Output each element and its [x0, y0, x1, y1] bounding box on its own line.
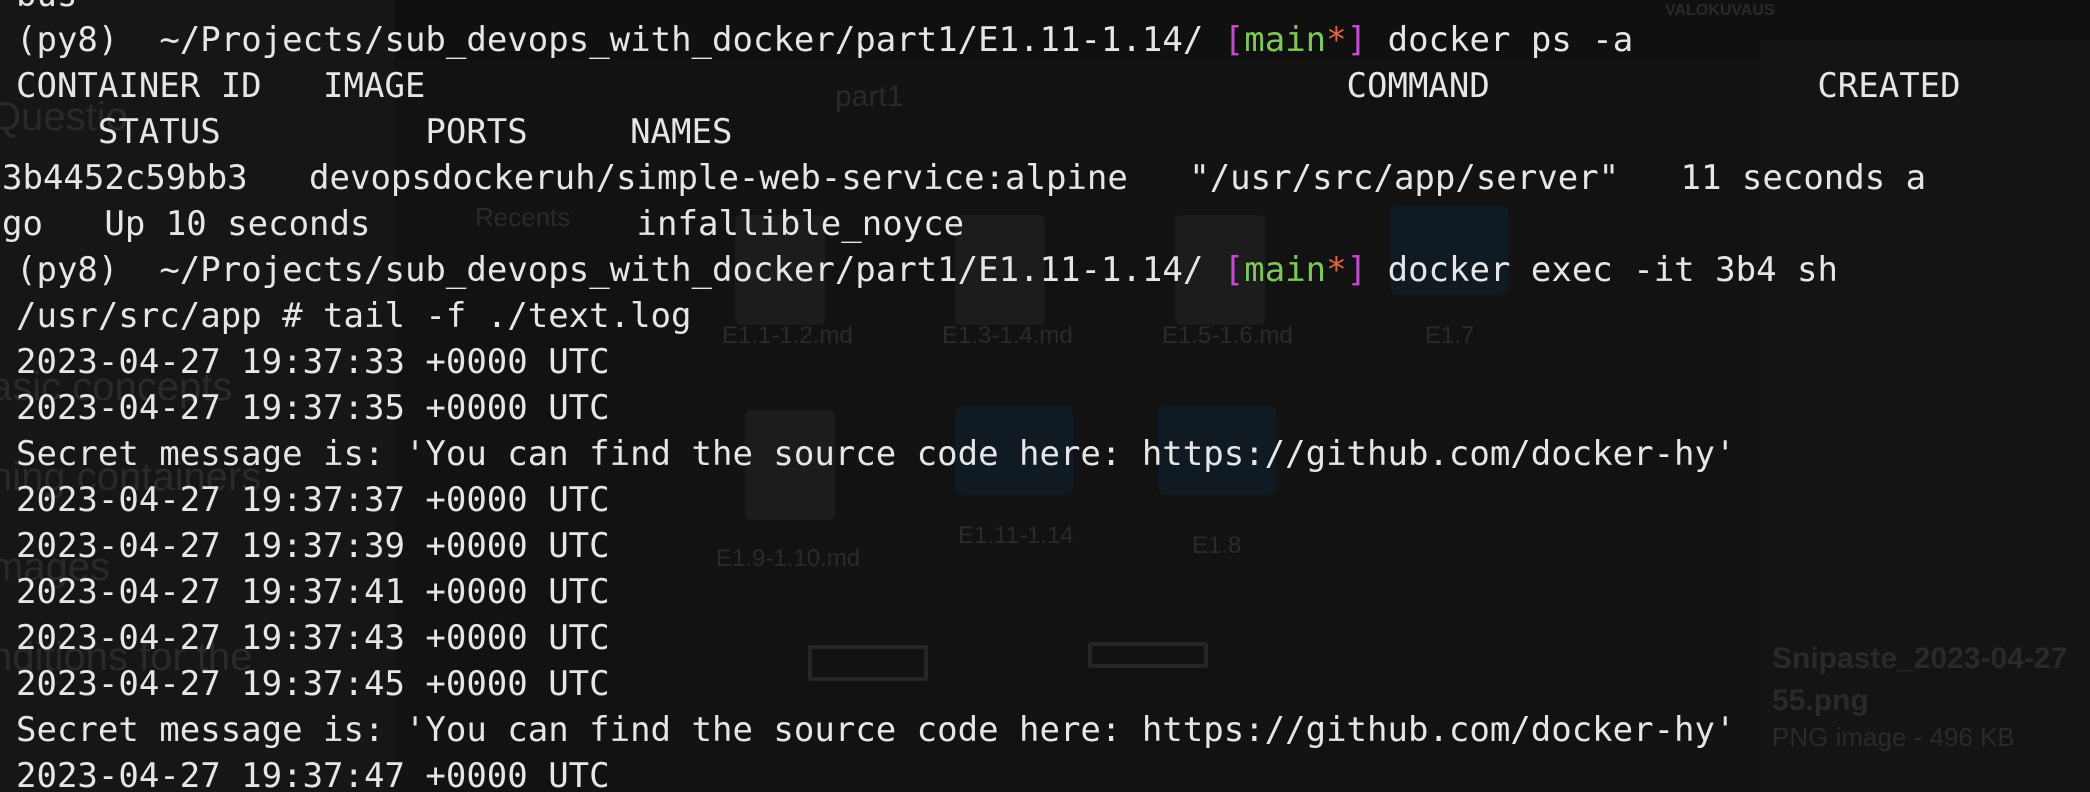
log-line: 2023-04-27 19:37:43 +0000 UTC	[16, 618, 610, 658]
log-line: Secret message is: 'You can find the sou…	[16, 710, 1736, 750]
prompt-env: (py8)	[16, 20, 119, 60]
git-branch: main	[1244, 250, 1327, 290]
background-thumbnail	[1088, 642, 1208, 668]
prompt-path: ~/Projects/sub_devops_with_docker/part1/…	[159, 20, 1204, 60]
ps-header-line: CONTAINER ID IMAGE COMMAND CREATED	[16, 66, 1961, 106]
log-line: 2023-04-27 19:37:41 +0000 UTC	[16, 572, 610, 612]
command-text: docker exec -it 3b4 sh	[1387, 250, 1838, 290]
terminal-line-partial: bus	[16, 0, 77, 18]
log-line: 2023-04-27 19:37:45 +0000 UTC	[16, 664, 610, 704]
background-file-label: E1.1-1.2.md	[722, 322, 853, 349]
terminal-prompt-line: (py8) ~/Projects/sub_devops_with_docker/…	[16, 17, 1633, 63]
background-file-label: E1.3-1.4.md	[942, 322, 1073, 349]
log-line: 2023-04-27 19:37:39 +0000 UTC	[16, 526, 610, 566]
background-file-label: E1.9-1.10.md	[716, 545, 861, 572]
terminal-window[interactable]: Questio asic concepts ning containers ma…	[0, 0, 2090, 792]
branch-bracket-open: [	[1223, 250, 1245, 290]
terminal-prompt-line: (py8) ~/Projects/sub_devops_with_docker/…	[16, 247, 1838, 293]
log-line: Secret message is: 'You can find the sou…	[16, 434, 1736, 474]
ps-header-line: STATUS PORTS NAMES	[16, 112, 733, 152]
background-thumbnail	[808, 645, 928, 681]
log-line: 2023-04-27 19:37:47 +0000 UTC	[16, 756, 610, 792]
branch-bracket-open: [	[1223, 20, 1245, 60]
git-branch: main	[1244, 20, 1327, 60]
background-top-right-label: VALOKUVAUS	[1665, 2, 1775, 19]
background-preview-meta: PNG image - 496 KB	[1772, 722, 2015, 752]
ps-row-line: 3b4452c59bb3 devopsdockeruh/simple-web-s…	[2, 158, 1927, 198]
background-file-label: E1.7	[1425, 322, 1475, 349]
prompt-env: (py8)	[16, 250, 119, 290]
branch-bracket-close: ]	[1346, 250, 1368, 290]
command-text: docker ps -a	[1387, 20, 1634, 60]
git-dirty-marker: *	[1326, 250, 1347, 290]
prompt-path: ~/Projects/sub_devops_with_docker/part1/…	[159, 250, 1204, 290]
log-line: 2023-04-27 19:37:37 +0000 UTC	[16, 480, 610, 520]
background-file-label: E1.8	[1192, 532, 1242, 559]
ps-row-line: go Up 10 seconds infallible_noyce	[2, 204, 965, 244]
background-preview-title: Snipaste_2023-04-27 55.png	[1772, 642, 2068, 717]
log-line: 2023-04-27 19:37:35 +0000 UTC	[16, 388, 610, 428]
background-preview-panel	[1760, 40, 2090, 792]
shell-command-line: /usr/src/app # tail -f ./text.log	[16, 296, 692, 336]
log-line: 2023-04-27 19:37:33 +0000 UTC	[16, 342, 610, 382]
branch-bracket-close: ]	[1346, 20, 1368, 60]
background-file-label: E1.11-1.14	[958, 522, 1074, 549]
background-file-label: E1.5-1.6.md	[1162, 322, 1293, 349]
git-dirty-marker: *	[1326, 20, 1347, 60]
